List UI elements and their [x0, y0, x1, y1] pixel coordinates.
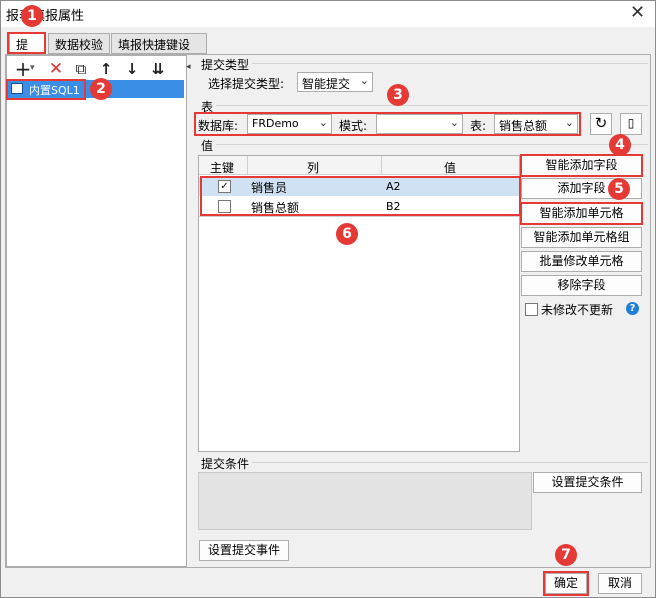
import-icon[interactable]: ⇊ [147, 59, 169, 81]
tab-shortcut-settings[interactable]: 填报快捷键设置 [111, 33, 207, 69]
step-badge: 3 [387, 84, 409, 106]
no-update-label: 未修改不更新 [541, 303, 614, 317]
preview-icon[interactable]: ▯ [620, 113, 642, 135]
submit-type-select[interactable]: 智能提交 ⌄ [297, 72, 373, 92]
divider [252, 63, 648, 64]
step-badge: 4 [609, 134, 631, 156]
help-icon[interactable]: ? [626, 302, 639, 315]
header-key: 主键 [210, 161, 235, 175]
divider [216, 105, 648, 106]
close-icon[interactable]: ✕ [630, 2, 645, 23]
tab-data-validation[interactable]: 数据校验 [48, 33, 110, 54]
smart-add-cell-group-button[interactable]: 智能添加单元格组 [521, 227, 642, 248]
add-menu-chevron-icon[interactable]: ▾ [30, 63, 35, 73]
divider [381, 156, 382, 175]
highlight-table-row [194, 112, 581, 136]
divider [252, 462, 648, 463]
left-panel [6, 55, 187, 567]
window-title: 报表填报属性 [6, 9, 85, 24]
step-badge: 5 [608, 178, 630, 200]
set-submit-event-button[interactable]: 设置提交事件 [199, 540, 289, 561]
set-submit-condition-button[interactable]: 设置提交条件 [533, 472, 642, 493]
section-submit-type: 提交类型 [201, 58, 250, 72]
step-badge: 7 [555, 544, 577, 566]
step-badge: 1 [21, 5, 43, 27]
highlight-ok [543, 571, 589, 596]
chevron-down-icon: ⌄ [359, 74, 369, 87]
highlight-tab [7, 32, 46, 54]
section-values: 值 [201, 139, 214, 153]
highlight-button [520, 154, 643, 177]
step-badge: 2 [90, 78, 112, 100]
submit-type-label: 选择提交类型: [208, 77, 285, 91]
refresh-icon[interactable]: ↻ [590, 113, 612, 135]
no-update-checkbox[interactable] [525, 303, 538, 316]
title-bar [1, 1, 655, 27]
divider [199, 216, 519, 217]
copy-icon[interactable]: ⧉ [70, 59, 92, 81]
condition-preview [198, 472, 532, 530]
cancel-button[interactable]: 取消 [598, 573, 642, 594]
move-down-icon[interactable]: ↓ [121, 59, 143, 81]
divider [216, 144, 648, 145]
divider [247, 156, 248, 175]
highlight-item [6, 79, 86, 100]
collapse-arrow-icon[interactable]: ◂ [186, 62, 191, 72]
header-value: 值 [444, 161, 457, 175]
section-submit-condition: 提交条件 [201, 457, 250, 471]
batch-edit-cell-button[interactable]: 批量修改单元格 [521, 251, 642, 272]
highlight-button [520, 202, 643, 225]
submit-type-value: 智能提交 [302, 77, 351, 91]
delete-icon[interactable]: ✕ [45, 59, 67, 81]
highlight-rows [200, 176, 521, 216]
step-badge: 6 [336, 223, 358, 245]
header-column: 列 [307, 161, 320, 175]
remove-field-button[interactable]: 移除字段 [521, 275, 642, 296]
